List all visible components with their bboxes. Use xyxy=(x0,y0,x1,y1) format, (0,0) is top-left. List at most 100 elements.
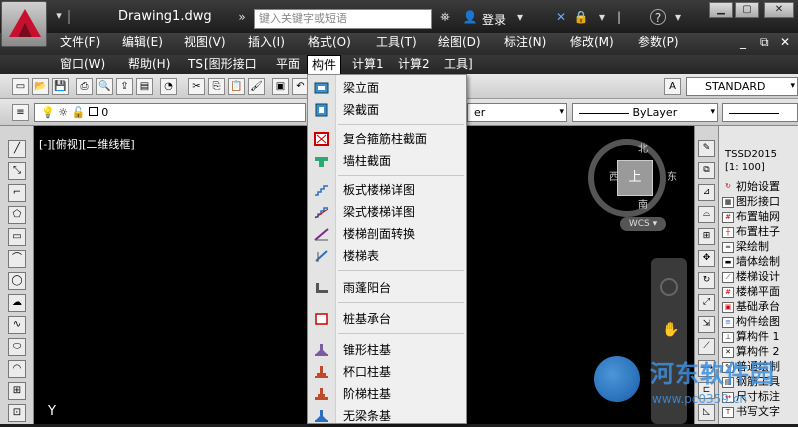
color-select[interactable]: er ▾ xyxy=(467,103,567,122)
circle-icon[interactable]: ◯ xyxy=(8,272,26,290)
panel-item-beam[interactable]: ═ 梁绘制 xyxy=(722,240,769,254)
3d-dwf-icon[interactable]: ◔ xyxy=(160,78,177,95)
move-icon[interactable]: ✥ xyxy=(698,250,715,267)
application-menu-button[interactable] xyxy=(1,1,47,47)
menu-item-stair-section-convert[interactable]: 楼梯剖面转换 xyxy=(308,223,466,245)
menu-insert[interactable]: 插入(I) xyxy=(244,33,289,51)
print-preview-icon[interactable]: 🔍 xyxy=(96,78,113,95)
line-icon[interactable]: ╱ xyxy=(8,140,26,158)
lineweight-select[interactable] xyxy=(722,103,798,122)
menu-item-beam-stair-detail[interactable]: 梁式楼梯详图 xyxy=(308,201,466,223)
panel-item-columns[interactable]: ┼ 布置柱子 xyxy=(722,225,780,239)
text-style-icon[interactable]: A xyxy=(664,78,681,95)
menu-item-step-footing[interactable]: 阶梯柱基 xyxy=(308,383,466,405)
spline-icon[interactable]: ∿ xyxy=(8,316,26,334)
menu-graphic-interface[interactable]: [图形接口 xyxy=(200,55,261,73)
polygon-icon[interactable]: ⬠ xyxy=(8,206,26,224)
panel-item-stair-plan[interactable]: # 楼梯平面 xyxy=(722,285,780,299)
menu-item-canopy-balcony[interactable]: 雨蓬阳台 xyxy=(308,277,466,299)
panel-item-calc1[interactable]: ⊥ 算构件 1 xyxy=(722,330,780,344)
lock-dropdown-icon[interactable]: ▾ xyxy=(594,9,610,25)
compass-south[interactable]: 南 xyxy=(638,196,648,211)
publish-icon[interactable]: ⇪ xyxy=(116,78,133,95)
menu-view[interactable]: 视图(V) xyxy=(180,33,230,51)
scale-icon[interactable]: ⤢ xyxy=(698,294,715,311)
panel-item-graphic-interface[interactable]: ▦ 图形接口 xyxy=(722,195,780,209)
minimize-button[interactable]: ▁ xyxy=(709,2,733,18)
paste-icon[interactable]: 📋 xyxy=(228,78,245,95)
panel-item-component-draw[interactable]: ≡ 构件绘图 xyxy=(722,315,780,329)
ellipse-arc-icon[interactable]: ◠ xyxy=(8,360,26,378)
qat-dropdown-icon[interactable]: ▾ xyxy=(52,9,66,23)
revision-cloud-icon[interactable]: ☁ xyxy=(8,294,26,312)
panel-item-axis-grid[interactable]: # 布置轴网 xyxy=(722,210,780,224)
compass-north[interactable]: 北 xyxy=(638,140,648,155)
menu-plan[interactable]: 平面 xyxy=(272,55,304,73)
layer-select[interactable]: 💡 ☼ 🔓 0 xyxy=(34,103,306,122)
menu-file[interactable]: 文件(F) xyxy=(56,33,104,51)
menu-edit[interactable]: 编辑(E) xyxy=(118,33,167,51)
panel-item-initial-settings[interactable]: ↻ 初始设置 xyxy=(722,180,780,194)
maximize-button[interactable]: ▢ xyxy=(735,2,759,18)
login-dropdown-icon[interactable]: ▾ xyxy=(512,9,528,25)
lock-icon[interactable]: 🔒 xyxy=(573,9,589,25)
menu-item-beam-section[interactable]: 梁截面 xyxy=(308,99,466,121)
layer-manager-icon[interactable]: ≡ xyxy=(12,104,29,121)
viewcube-top-face[interactable]: 上 xyxy=(617,160,653,196)
menu-modify[interactable]: 修改(M) xyxy=(566,33,618,51)
plot-icon[interactable]: ▤ xyxy=(136,78,153,95)
exchange-icon[interactable]: ✕ xyxy=(553,9,569,25)
menu-item-pile-cap[interactable]: 桩基承台 xyxy=(308,308,466,330)
binoculars-icon[interactable]: ⛯ xyxy=(437,9,453,25)
pan-hand-icon[interactable]: ✋ xyxy=(662,322,679,338)
offset-icon[interactable]: ⌓ xyxy=(698,206,715,223)
doc-restore-icon[interactable]: ⧉ xyxy=(756,33,773,51)
open-file-icon[interactable]: 📂 xyxy=(32,78,49,95)
wcs-menu[interactable]: WCS ▾ xyxy=(620,217,666,231)
panel-scale[interactable]: [1: 100] xyxy=(725,161,777,174)
menu-item-stair-table[interactable]: 楼梯表 xyxy=(308,245,466,267)
viewport-label[interactable]: [-][俯视][二维线框] xyxy=(39,136,135,152)
save-icon[interactable]: 💾 xyxy=(52,78,69,95)
cut-icon[interactable]: ✂ xyxy=(188,78,205,95)
block-editor-icon[interactable]: ▣ xyxy=(272,78,289,95)
construction-line-icon[interactable]: ⤡ xyxy=(8,162,26,180)
overflow-icon[interactable]: » xyxy=(234,9,250,25)
menu-item-cup-footing[interactable]: 杯口柱基 xyxy=(308,361,466,383)
compass-east[interactable]: 东 xyxy=(667,168,677,183)
insert-block-icon[interactable]: ⊞ xyxy=(8,382,26,400)
copy-icon[interactable]: ⎘ xyxy=(208,78,225,95)
doc-close-icon[interactable]: ✕ xyxy=(776,33,794,51)
menu-format[interactable]: 格式(O) xyxy=(304,33,355,51)
text-style-select[interactable]: STANDARD ▾ xyxy=(686,77,798,96)
close-button[interactable]: ✕ xyxy=(764,2,794,18)
menu-draw[interactable]: 绘图(D) xyxy=(434,33,485,51)
make-block-icon[interactable]: ⊡ xyxy=(8,404,26,422)
menu-component[interactable]: 构件 xyxy=(307,55,342,75)
user-icon[interactable]: 👤 xyxy=(462,9,478,25)
erase-icon[interactable]: ✎ xyxy=(698,140,715,157)
menu-help[interactable]: 帮助(H) xyxy=(124,55,174,73)
array-icon[interactable]: ⊞ xyxy=(698,228,715,245)
new-file-icon[interactable]: ▭ xyxy=(12,78,29,95)
menu-window[interactable]: 窗口(W) xyxy=(56,55,109,73)
polyline-icon[interactable]: ⌐ xyxy=(8,184,26,202)
menu-item-beam-elevation[interactable]: 梁立面 xyxy=(308,77,466,99)
menu-item-wall-column-section[interactable]: 墙柱截面 xyxy=(308,150,466,172)
login-link[interactable]: 登录 xyxy=(482,11,506,28)
copy-object-icon[interactable]: ⧉ xyxy=(698,162,715,179)
menu-item-slab-stair-detail[interactable]: 板式楼梯详图 xyxy=(308,179,466,201)
panel-item-stair-design[interactable]: ⟋ 楼梯设计 xyxy=(722,270,780,284)
arc-icon[interactable]: ⌒ xyxy=(8,250,26,268)
menu-calc2[interactable]: 计算2 xyxy=(394,55,434,73)
match-properties-icon[interactable]: 🖌 xyxy=(248,78,265,95)
menu-parameters[interactable]: 参数(P) xyxy=(634,33,683,51)
menu-item-cone-footing[interactable]: 锥形柱基 xyxy=(308,339,466,361)
ellipse-icon[interactable]: ⬭ xyxy=(8,338,26,356)
menu-tools2[interactable]: 工具] xyxy=(440,55,477,73)
help-dropdown-icon[interactable]: ▾ xyxy=(670,9,686,25)
help-icon[interactable]: ? xyxy=(650,9,666,25)
menu-tools[interactable]: 工具(T) xyxy=(372,33,421,51)
panel-item-foundation[interactable]: ▣ 基础承台 xyxy=(722,300,780,314)
mirror-icon[interactable]: ⊿ xyxy=(698,184,715,201)
